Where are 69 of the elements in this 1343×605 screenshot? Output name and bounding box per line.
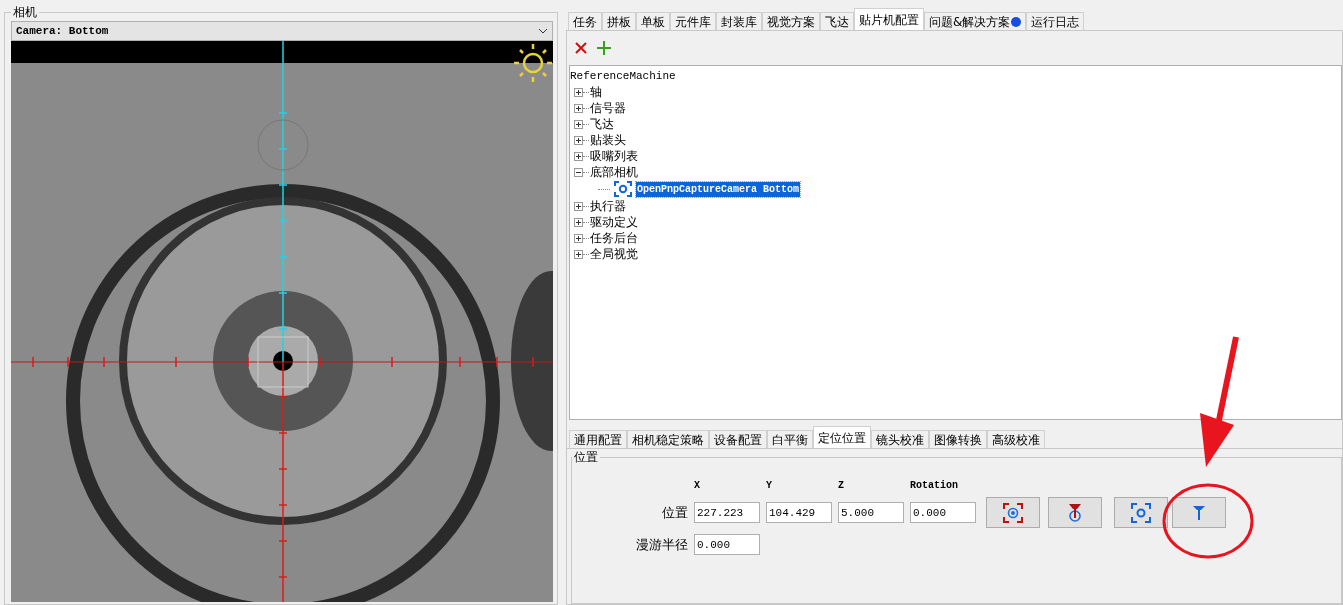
tree-item[interactable]: 任务后台 xyxy=(589,230,639,246)
caret-icon xyxy=(538,28,548,34)
config-tab[interactable]: 白平衡 xyxy=(767,430,813,448)
tree-item[interactable]: 驱动定义 xyxy=(589,214,639,230)
input-field[interactable]: 104.429 xyxy=(766,502,832,523)
config-tab[interactable]: 通用配置 xyxy=(569,430,627,448)
expand-icon[interactable] xyxy=(574,87,583,97)
main-tab[interactable]: 封装库 xyxy=(716,12,762,30)
config-tab[interactable]: 定位位置 xyxy=(813,426,871,448)
close-icon xyxy=(575,42,587,54)
funnel-icon xyxy=(1193,504,1205,521)
tree-item[interactable]: OpenPnpCaptureCamera Bottom xyxy=(636,181,801,197)
camera-select[interactable]: Camera: Bottom xyxy=(11,21,553,41)
main-tab[interactable]: 视觉方案 xyxy=(762,12,820,30)
funnel-button[interactable] xyxy=(1172,497,1226,528)
input-field[interactable]: 227.223 xyxy=(694,502,760,523)
camera-icon xyxy=(1131,502,1151,523)
main-tab[interactable]: 拼板 xyxy=(602,12,636,30)
tree-item[interactable]: 信号器 xyxy=(589,100,627,116)
expand-icon[interactable] xyxy=(574,103,583,113)
tree-item[interactable]: 飞达 xyxy=(589,116,615,132)
target-icon xyxy=(1003,502,1023,523)
config-tab[interactable]: 相机稳定策略 xyxy=(627,430,709,448)
config-tab[interactable]: 设备配置 xyxy=(709,430,767,448)
group-title: 相机 xyxy=(12,4,38,21)
tree-item[interactable]: 底部相机 xyxy=(589,164,639,180)
main-tab[interactable]: 贴片机配置 xyxy=(854,8,924,30)
main-tab[interactable]: 飞达 xyxy=(820,12,854,30)
tree-root[interactable]: ReferenceMachine xyxy=(570,68,676,84)
plus-icon xyxy=(597,41,611,55)
config-tab[interactable]: 图像转换 xyxy=(929,430,987,448)
column-label: Rotation xyxy=(910,480,959,491)
nozzle-button[interactable] xyxy=(1048,497,1102,528)
main-tab[interactable]: 运行日志 xyxy=(1026,12,1085,30)
expand-icon[interactable] xyxy=(574,151,583,161)
field-label: 漫游半径 xyxy=(635,535,688,554)
camera-button[interactable] xyxy=(1114,497,1168,528)
column-label: Z xyxy=(838,480,845,491)
expand-icon[interactable] xyxy=(574,249,583,259)
column-label: Y xyxy=(766,480,773,491)
brightness-icon xyxy=(512,42,553,84)
delete-button[interactable] xyxy=(573,40,589,56)
config-tab[interactable]: 高级校准 xyxy=(987,430,1045,448)
input-field[interactable]: 5.000 xyxy=(838,502,904,523)
tree-item[interactable]: 贴装头 xyxy=(589,132,627,148)
main-tab[interactable]: 单板 xyxy=(636,12,670,30)
nozzle-icon xyxy=(1068,502,1082,523)
input-field[interactable]: 0.000 xyxy=(910,502,976,523)
tree-item[interactable]: 轴 xyxy=(589,84,603,100)
column-label: X xyxy=(694,480,701,491)
expand-icon[interactable] xyxy=(574,135,583,145)
config-tab[interactable]: 镜头校准 xyxy=(871,430,929,448)
expand-icon[interactable] xyxy=(574,217,583,227)
add-button[interactable] xyxy=(595,39,613,57)
input-field[interactable]: 0.000 xyxy=(694,534,760,555)
expand-icon[interactable] xyxy=(574,119,583,129)
capture-button[interactable] xyxy=(986,497,1040,528)
field-label: 位置 xyxy=(661,503,688,522)
group-title: 位置 xyxy=(573,449,599,466)
expand-icon[interactable] xyxy=(574,233,583,243)
expand-icon[interactable] xyxy=(574,201,583,211)
tree-item[interactable]: 吸嘴列表 xyxy=(589,148,639,164)
main-tab[interactable]: 元件库 xyxy=(670,12,716,30)
collapse-icon[interactable] xyxy=(574,167,583,177)
tree-item[interactable]: 全局视觉 xyxy=(589,246,639,262)
main-tab[interactable]: 任务 xyxy=(568,12,602,30)
camera-icon xyxy=(614,181,632,197)
tree-item[interactable]: 执行器 xyxy=(589,198,627,214)
main-tab[interactable]: 问题&解决方案 xyxy=(924,12,1027,30)
